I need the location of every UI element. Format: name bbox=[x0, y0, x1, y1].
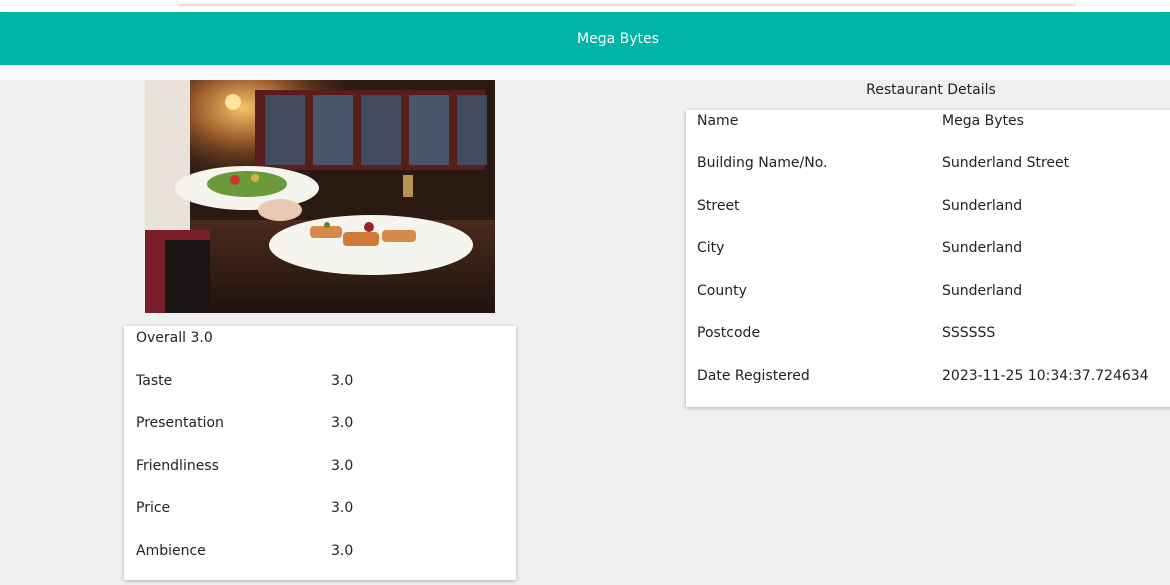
detail-label-building: Building Name/No. bbox=[697, 155, 828, 171]
detail-value-city: Sunderland bbox=[942, 240, 1023, 256]
restaurant-photo bbox=[145, 80, 495, 313]
detail-value-name: Mega Bytes bbox=[942, 113, 1024, 129]
detail-value-date-registered: 2023-11-25 10:34:37.724634 bbox=[942, 368, 1149, 384]
detail-value-postcode: SSSSSS bbox=[942, 325, 996, 341]
app-bar-title: Mega Bytes bbox=[577, 30, 659, 47]
rating-label-price: Price bbox=[136, 500, 171, 516]
rating-label-taste: Taste bbox=[136, 373, 173, 389]
ratings-card: Overall 3.0 Taste 3.0 Presentation 3.0 F… bbox=[124, 326, 516, 580]
rating-value-friendliness: 3.0 bbox=[331, 458, 354, 474]
rating-label-presentation: Presentation bbox=[136, 415, 224, 431]
detail-label-name: Name bbox=[697, 113, 739, 129]
restaurant-details-title: Restaurant Details bbox=[866, 82, 996, 98]
detail-label-date-registered: Date Registered bbox=[697, 368, 810, 384]
rating-value-price: 3.0 bbox=[331, 500, 354, 516]
restaurant-details-card: Name Mega Bytes Building Name/No. Sunder… bbox=[686, 110, 1170, 407]
rating-value-ambience: 3.0 bbox=[331, 543, 354, 559]
rating-value-presentation: 3.0 bbox=[331, 415, 354, 431]
rating-value-taste: 3.0 bbox=[331, 373, 354, 389]
detail-value-street: Sunderland bbox=[942, 198, 1023, 214]
detail-value-county: Sunderland bbox=[942, 283, 1023, 299]
app-bar: Mega Bytes bbox=[0, 12, 1170, 65]
restaurant-photo-illustration bbox=[145, 80, 495, 313]
detail-label-city: City bbox=[697, 240, 725, 256]
detail-value-building: Sunderland Street bbox=[942, 155, 1070, 171]
rating-label-friendliness: Friendliness bbox=[136, 458, 219, 474]
rating-label-ambience: Ambience bbox=[136, 543, 206, 559]
below-bar-strip bbox=[0, 65, 1170, 80]
top-card-edge bbox=[178, 0, 1074, 4]
detail-label-county: County bbox=[697, 283, 747, 299]
detail-label-street: Street bbox=[697, 198, 740, 214]
overall-rating: Overall 3.0 bbox=[136, 330, 213, 346]
detail-label-postcode: Postcode bbox=[697, 325, 761, 341]
